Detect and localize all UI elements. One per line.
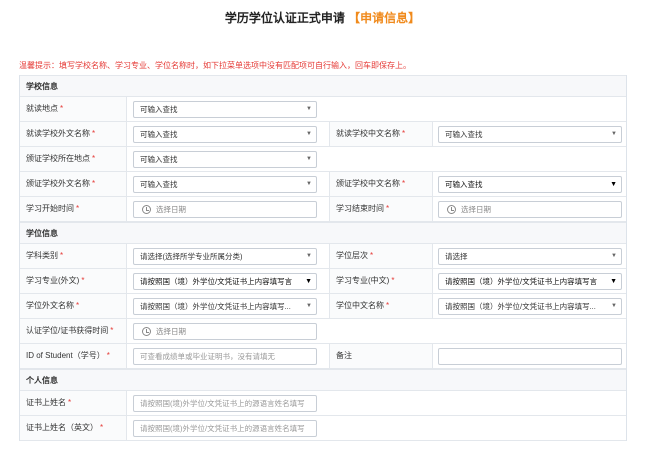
issuer-foreign-select[interactable]: 可输入查找 ▼ <box>133 176 317 193</box>
end-time-label: 学习结束时间 * <box>329 197 433 221</box>
clock-icon <box>142 205 151 214</box>
issuer-foreign-label: 颁证学校外文名称 * <box>20 172 127 196</box>
section-personal: 个人信息 <box>20 369 626 391</box>
remark-label: 备注 <box>329 344 433 368</box>
page-title: 学历学位认证正式申请 【申请信息】 <box>0 9 645 26</box>
degree-foreign-label: 学位外文名称 * <box>20 294 127 318</box>
end-time-picker[interactable]: 选择日期 <box>438 201 622 218</box>
school-cn-select[interactable]: 可输入查找 ▼ <box>438 126 622 143</box>
section-degree: 学位信息 <box>20 222 626 244</box>
notice-text: 温馨提示：填写学校名称、学习专业、学位名称时，如下拉菜单选项中没有匹配项可自行输… <box>19 61 411 70</box>
triangle-down-icon: ▼ <box>610 181 617 188</box>
cert-name-label: 证书上姓名 * <box>20 391 127 415</box>
level-select[interactable]: 请选择 ▼ <box>438 248 622 265</box>
study-location-label: 就读地点 * <box>20 97 127 121</box>
triangle-down-icon: ▼ <box>611 131 617 137</box>
level-label: 学位层次 * <box>329 244 433 268</box>
application-form: 学校信息 就读地点 * 可输入查找 ▼ 就读学校外文名称 * 可输入查找 ▼ 就读学校中… <box>19 75 627 441</box>
major-foreign-label: 学习专业(外文) * <box>20 269 127 293</box>
category-select[interactable]: 请选择(选择所学专业所属分类) ▼ <box>133 248 317 265</box>
category-label: 学科类别 * <box>20 244 127 268</box>
triangle-down-icon: ▼ <box>306 106 312 112</box>
issuer-cn-label: 颁证学校中文名称 * <box>329 172 433 196</box>
study-location-select[interactable]: 可输入查找 ▼ <box>133 101 317 118</box>
major-cn-select[interactable]: 请按照国（境）外学位/文凭证书上内容填写言 ▼ <box>438 273 622 290</box>
school-foreign-select[interactable]: 可输入查找 ▼ <box>133 126 317 143</box>
cert-name-input[interactable]: 请按照国(境)外学位/文凭证书上的源语言姓名填写 <box>133 395 317 412</box>
title-highlight: 【申请信息】 <box>348 11 421 25</box>
row-student-id: ID of Student（学号） * 可查看成绩单或毕业证明书，没有请填无 备注 <box>20 344 626 369</box>
row-major: 学习专业(外文) * 请按照国（境）外学位/文凭证书上内容填写言 ▼ 学习专业(中文… <box>20 269 626 294</box>
student-id-input[interactable]: 可查看成绩单或毕业证明书，没有请填无 <box>133 348 317 365</box>
issuer-cn-select[interactable]: 可输入查找 ▼ <box>438 176 622 193</box>
degree-cn-select[interactable]: 请按照国（境）外学位/文凭证书上内容填写... ▼ <box>438 298 622 315</box>
triangle-down-icon: ▼ <box>305 274 312 289</box>
row-issuer-location: 颁证学校所在地点 * 可输入查找 ▼ <box>20 147 626 172</box>
school-foreign-label: 就读学校外文名称 * <box>20 122 127 146</box>
triangle-down-icon: ▼ <box>610 274 617 289</box>
award-time-picker[interactable]: 选择日期 <box>133 323 317 340</box>
major-foreign-select[interactable]: 请按照国（境）外学位/文凭证书上内容填写言 ▼ <box>133 273 317 290</box>
triangle-down-icon: ▼ <box>306 253 312 259</box>
row-cert-name-en: 证书上姓名（英文） * 请按照国(境)外学位/文凭证书上的源语言姓名填写 <box>20 416 626 441</box>
row-cert-name: 证书上姓名 * 请按照国(境)外学位/文凭证书上的源语言姓名填写 <box>20 391 626 416</box>
cert-name-en-input[interactable]: 请按照国(境)外学位/文凭证书上的源语言姓名填写 <box>133 420 317 437</box>
award-time-label: 认证学位/证书获得时间 * <box>20 319 127 343</box>
issuer-location-label: 颁证学校所在地点 * <box>20 147 127 171</box>
row-study-location: 就读地点 * 可输入查找 ▼ <box>20 97 626 122</box>
row-study-time: 学习开始时间 * 选择日期 学习结束时间 * 选择日期 <box>20 197 626 222</box>
row-award-time: 认证学位/证书获得时间 * 选择日期 <box>20 319 626 344</box>
row-school-name: 就读学校外文名称 * 可输入查找 ▼ 就读学校中文名称 * 可输入查找 ▼ <box>20 122 626 147</box>
triangle-down-icon: ▼ <box>306 299 312 314</box>
student-id-label: ID of Student（学号） * <box>20 344 127 368</box>
degree-cn-label: 学位中文名称 * <box>329 294 433 318</box>
remark-input[interactable] <box>438 348 622 365</box>
issuer-location-select[interactable]: 可输入查找 ▼ <box>133 151 317 168</box>
major-cn-label: 学习专业(中文) * <box>329 269 433 293</box>
degree-foreign-select[interactable]: 请按照国（境）外学位/文凭证书上内容填写... ▼ <box>133 298 317 315</box>
row-degree-name: 学位外文名称 * 请按照国（境）外学位/文凭证书上内容填写... ▼ 学位中文名称 *… <box>20 294 626 319</box>
row-issuer-name: 颁证学校外文名称 * 可输入查找 ▼ 颁证学校中文名称 * 可输入查找 ▼ <box>20 172 626 197</box>
title-main: 学历学位认证正式申请 <box>224 11 345 25</box>
triangle-down-icon: ▼ <box>306 156 312 162</box>
triangle-down-icon: ▼ <box>611 253 617 259</box>
school-cn-label: 就读学校中文名称 * <box>329 122 433 146</box>
row-category: 学科类别 * 请选择(选择所学专业所属分类) ▼ 学位层次 * 请选择 ▼ <box>20 244 626 269</box>
clock-icon <box>142 327 151 336</box>
cert-name-en-label: 证书上姓名（英文） * <box>20 416 127 440</box>
triangle-down-icon: ▼ <box>306 131 312 137</box>
triangle-down-icon: ▼ <box>306 181 312 187</box>
clock-icon <box>447 205 456 214</box>
triangle-down-icon: ▼ <box>611 299 617 314</box>
section-school: 学校信息 <box>20 75 626 97</box>
start-time-label: 学习开始时间 * <box>20 197 127 221</box>
start-time-picker[interactable]: 选择日期 <box>133 201 317 218</box>
